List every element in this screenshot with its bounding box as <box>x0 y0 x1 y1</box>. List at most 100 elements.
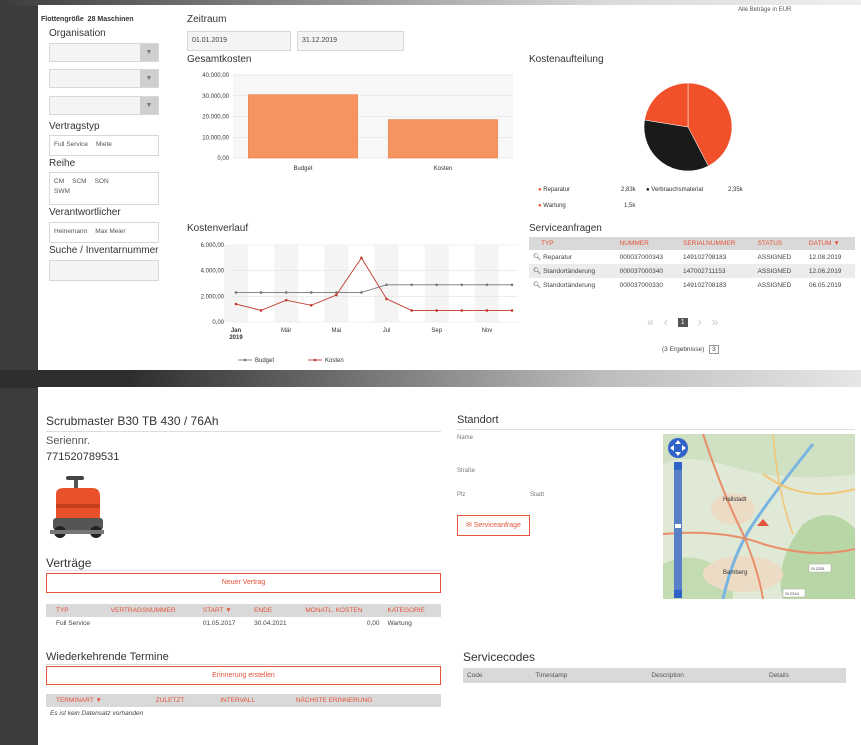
date-cell: 12.08.2019 <box>808 253 842 261</box>
date-to-input[interactable]: 31.12.2019 <box>297 31 404 51</box>
table-header-row: TYP NUMMER SERIALNUMMER STATUS DATUM ▼ <box>529 237 855 250</box>
page-size-select[interactable]: 3 <box>709 345 719 354</box>
point-kosten <box>309 304 313 307</box>
organisation-select-2[interactable]: ▼ <box>49 69 159 88</box>
fleet-size: Flottengröße 28 Maschinen <box>41 16 134 23</box>
contract-type-chip[interactable]: Miete <box>96 140 112 150</box>
service-requests-label: Serviceanfragen <box>529 223 602 234</box>
responsible-filter[interactable]: Heinemann Max Meier <box>49 222 159 243</box>
column-header[interactable]: INTERVALL <box>216 694 292 707</box>
legend-item-wartung: ● Wartung <box>538 203 566 209</box>
map-city-label: Bamberg <box>723 570 747 576</box>
service-request-button[interactable]: ✉ Serviceanfrage <box>457 515 530 536</box>
point-budget <box>410 283 413 287</box>
y-tick-label: 20.000,00 <box>202 115 229 121</box>
first-page-button[interactable]: « <box>647 315 654 329</box>
total-costs-bar-chart: 40.000,00 30.000,00 20.000,00 10.000,00 0,00… <box>202 73 513 172</box>
last-page-button[interactable]: » <box>712 315 719 329</box>
organisation-select-3[interactable]: ▼ <box>49 96 159 115</box>
serial-cell: 147002711153 <box>683 267 726 275</box>
y-tick-label: 2.000,00 <box>201 294 225 300</box>
point-kosten <box>259 309 263 312</box>
responsible-chip[interactable]: Heinemann <box>54 227 87 237</box>
type-cell: Full Service <box>56 620 90 627</box>
map-road-label: St 2281 <box>811 566 826 571</box>
zoom-slider-handle[interactable] <box>675 524 681 528</box>
next-page-button[interactable]: › <box>698 315 702 329</box>
column-header[interactable]: NUMMER <box>616 237 679 250</box>
type-text: Standortänderung <box>543 268 596 275</box>
column-header[interactable]: ZULETZT <box>152 694 216 707</box>
column-header[interactable]: Timestamp <box>531 668 647 683</box>
column-header[interactable]: Details <box>765 668 846 683</box>
column-header[interactable]: NÄCHSTE ERINNERUNG <box>292 694 441 707</box>
table-row[interactable]: 🔍︎ Reparatur 000037000343 149102708183 A… <box>529 250 855 264</box>
type-cell: 🔍︎ Standortänderung <box>529 278 616 292</box>
column-header[interactable]: ENDE <box>250 604 301 617</box>
column-header[interactable]: TYP <box>46 604 107 617</box>
point-budget <box>385 283 388 287</box>
fleet-size-count: 28 Maschinen <box>87 16 134 23</box>
responsible-chip[interactable]: Max Meier <box>95 227 125 237</box>
contract-type-filter[interactable]: Full Service Miete <box>49 135 159 156</box>
column-header[interactable]: MONATL. KOSTEN <box>301 604 383 617</box>
search-icon[interactable]: 🔍︎ <box>533 254 541 261</box>
table-row[interactable]: 🔍︎ Standortänderung 000037000330 1491027… <box>529 278 855 292</box>
number-cell: 000037000340 <box>619 267 663 275</box>
date-cell: 12.06.2019 <box>808 267 842 275</box>
date-cell: 06.05.2019 <box>808 281 842 289</box>
date-from-input[interactable]: 01.01.2019 <box>187 31 291 51</box>
table-header-row: TERMINART ▼ ZULETZT INTERVALL NÄCHSTE ER… <box>46 694 441 707</box>
create-reminder-button[interactable]: Erinnerung erstellen <box>46 666 441 685</box>
fleet-dashboard-panel: Alle Beträge in EUR Flottengröße 28 Masc… <box>38 5 861 370</box>
column-header[interactable]: DATUM ▼ <box>805 237 855 250</box>
column-header[interactable]: Code <box>463 668 531 683</box>
column-header[interactable]: STATUS <box>754 237 805 250</box>
type-text: Reparatur <box>543 254 572 261</box>
zoom-in-button[interactable] <box>674 462 682 470</box>
series-filter[interactable]: CM SCM SON SWM <box>49 172 159 205</box>
status-cell: ASSIGNED <box>757 267 792 275</box>
organisation-select-1[interactable]: ▼ <box>49 43 159 62</box>
start-cell: 01.05.2017 <box>202 620 236 627</box>
column-header[interactable]: SERIALNUMMER <box>679 237 754 250</box>
results-count: (3 Ergebnisse) <box>662 346 705 353</box>
x-tick-label: Mai <box>332 328 342 334</box>
cost-split-pie-chart <box>643 82 733 172</box>
x-tick-label: Jul <box>383 328 391 334</box>
search-icon[interactable]: 🔍︎ <box>533 268 541 275</box>
recurring-table: TERMINART ▼ ZULETZT INTERVALL NÄCHSTE ER… <box>46 694 441 720</box>
column-header[interactable]: START ▼ <box>199 604 250 617</box>
current-page-button[interactable]: 1 <box>677 317 688 327</box>
zoom-out-button[interactable] <box>674 590 682 598</box>
plot-band <box>224 245 248 322</box>
total-costs-label: Gesamtkosten <box>187 54 252 65</box>
series-chip[interactable]: CM <box>54 177 64 187</box>
point-budget <box>234 291 238 294</box>
status-cell: ASSIGNED <box>757 253 792 261</box>
bar-budget <box>248 94 358 159</box>
prev-page-button[interactable]: ‹ <box>664 315 668 329</box>
contract-type-chip[interactable]: Full Service <box>54 140 88 150</box>
legend-label: Budget <box>255 358 274 364</box>
legend-item-reparatur: ● Reparatur <box>538 187 570 193</box>
series-chip[interactable]: SCM <box>72 177 86 187</box>
x-tick-label: Budget <box>293 166 312 172</box>
column-header[interactable]: KATEGORIE <box>383 604 441 617</box>
divider <box>46 664 441 665</box>
column-header[interactable]: Description <box>647 668 765 683</box>
series-chip[interactable]: SWM <box>54 187 70 197</box>
location-map[interactable]: St 2281 St 2244 Hallstadt Bamberg <box>663 434 855 599</box>
search-icon[interactable]: 🔍︎ <box>533 282 541 289</box>
legend-value: 1,5k <box>624 203 636 209</box>
column-header[interactable]: TYP <box>529 237 616 250</box>
search-input[interactable] <box>49 260 159 281</box>
column-header[interactable]: VERTRAGSNUMMER <box>107 604 199 617</box>
zoom-slider[interactable] <box>674 470 682 590</box>
series-chip[interactable]: SON <box>95 177 109 187</box>
column-header[interactable]: TERMINART ▼ <box>46 694 152 707</box>
name-label: Name <box>457 435 474 441</box>
new-contract-button[interactable]: Neuer Vertrag <box>46 573 441 593</box>
table-row[interactable]: Full Service 01.05.2017 30.04.2021 0,00 … <box>46 617 441 630</box>
table-row[interactable]: 🔍︎ Standortänderung 000037000340 1470027… <box>529 264 855 278</box>
